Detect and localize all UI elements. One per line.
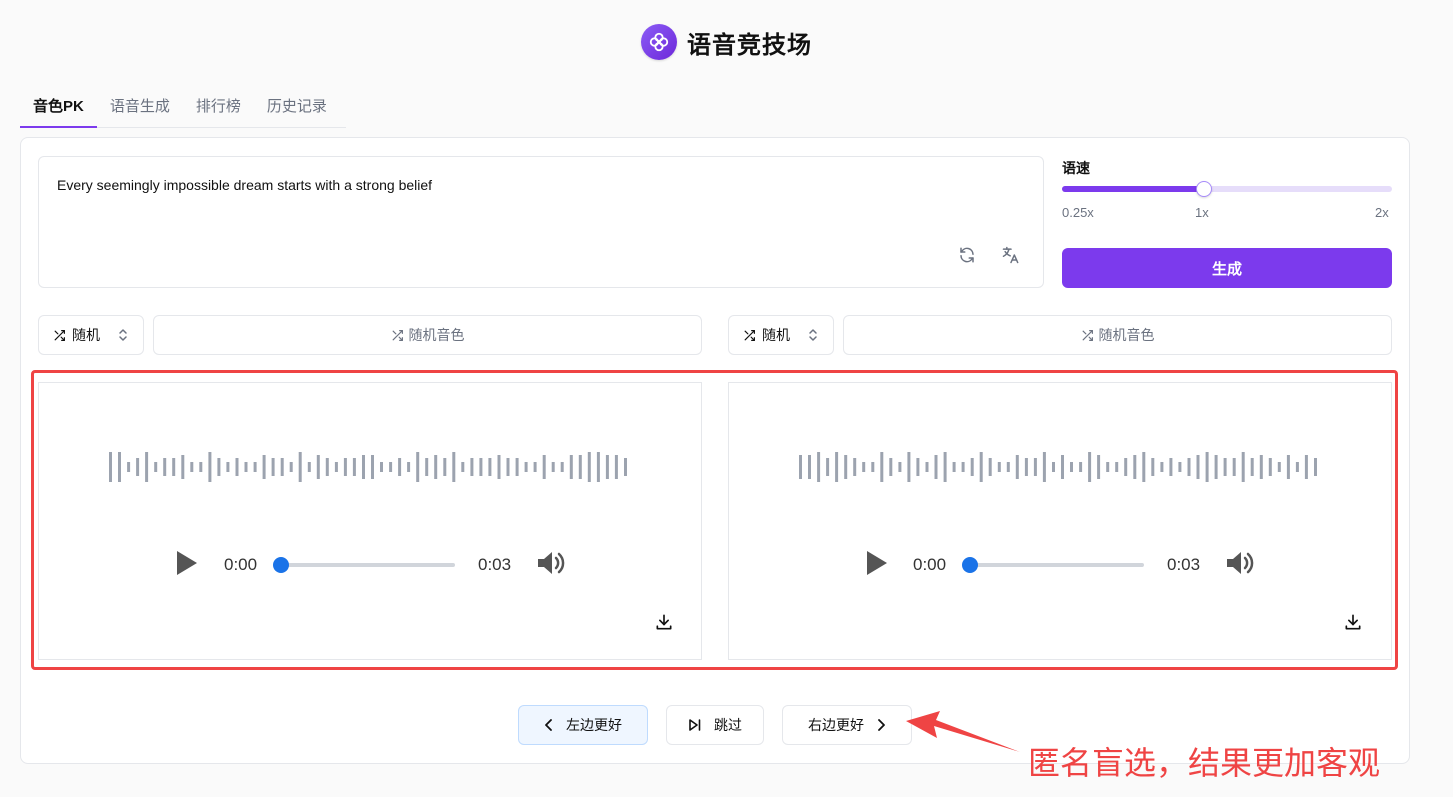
tab-history[interactable]: 历史记录 — [254, 90, 340, 128]
left-mode-label: 随机 — [72, 327, 100, 343]
input-text: Every seemingly impossible dream starts … — [57, 177, 433, 193]
main-tabs: 音色PK 语音生成 排行榜 历史记录 — [20, 90, 346, 128]
speed-slider[interactable] — [1062, 181, 1392, 197]
right-voice-label: 随机音色 — [1098, 327, 1155, 343]
text-input[interactable]: Every seemingly impossible dream starts … — [38, 156, 1044, 288]
speed-slider-thumb[interactable] — [1195, 181, 1212, 197]
shuffle-icon — [1082, 329, 1093, 341]
annotation-arrow-icon — [906, 711, 1020, 752]
tab-speech-generation[interactable]: 语音生成 — [97, 90, 183, 128]
generate-button[interactable]: 生成 — [1062, 248, 1392, 288]
speed-label: 语速 — [1062, 160, 1090, 176]
chevrons-up-down-icon — [809, 329, 817, 341]
shuffle-icon — [744, 329, 755, 341]
left-better-label: 左边更好 — [566, 717, 622, 733]
speed-mid-label: 1x — [1195, 205, 1209, 220]
comparison-highlight-box — [31, 370, 1398, 670]
right-mode-select[interactable]: 随机 — [728, 315, 834, 355]
app-header: 语音竞技场 — [0, 24, 1453, 60]
skip-button[interactable]: 跳过 — [666, 705, 764, 745]
annotation-text: 匿名盲选，结果更加客观 — [1028, 745, 1381, 781]
tab-leaderboard[interactable]: 排行榜 — [183, 90, 254, 128]
refresh-icon[interactable] — [955, 243, 979, 267]
chevron-right-icon — [878, 719, 885, 731]
clover-icon — [641, 24, 677, 60]
app-title: 语音竞技场 — [687, 31, 812, 59]
skip-forward-icon — [689, 719, 701, 731]
shuffle-icon — [392, 329, 403, 341]
left-voice-label: 随机音色 — [408, 327, 465, 343]
right-voice-select[interactable]: 随机音色 — [843, 315, 1392, 355]
right-better-button[interactable]: 右边更好 — [782, 705, 912, 745]
left-better-button[interactable]: 左边更好 — [518, 705, 648, 745]
speed-min-label: 0.25x — [1062, 205, 1094, 220]
right-mode-label: 随机 — [762, 327, 790, 343]
translate-icon[interactable] — [999, 243, 1023, 267]
skip-label: 跳过 — [714, 717, 742, 733]
left-voice-select[interactable]: 随机音色 — [153, 315, 702, 355]
chevron-left-icon — [545, 719, 552, 731]
speed-max-label: 2x — [1375, 205, 1389, 220]
shuffle-icon — [54, 329, 65, 341]
left-mode-select[interactable]: 随机 — [38, 315, 144, 355]
tab-voice-pk[interactable]: 音色PK — [20, 90, 97, 128]
right-better-label: 右边更好 — [808, 717, 864, 733]
chevrons-up-down-icon — [119, 329, 127, 341]
speed-slider-fill — [1062, 186, 1204, 192]
